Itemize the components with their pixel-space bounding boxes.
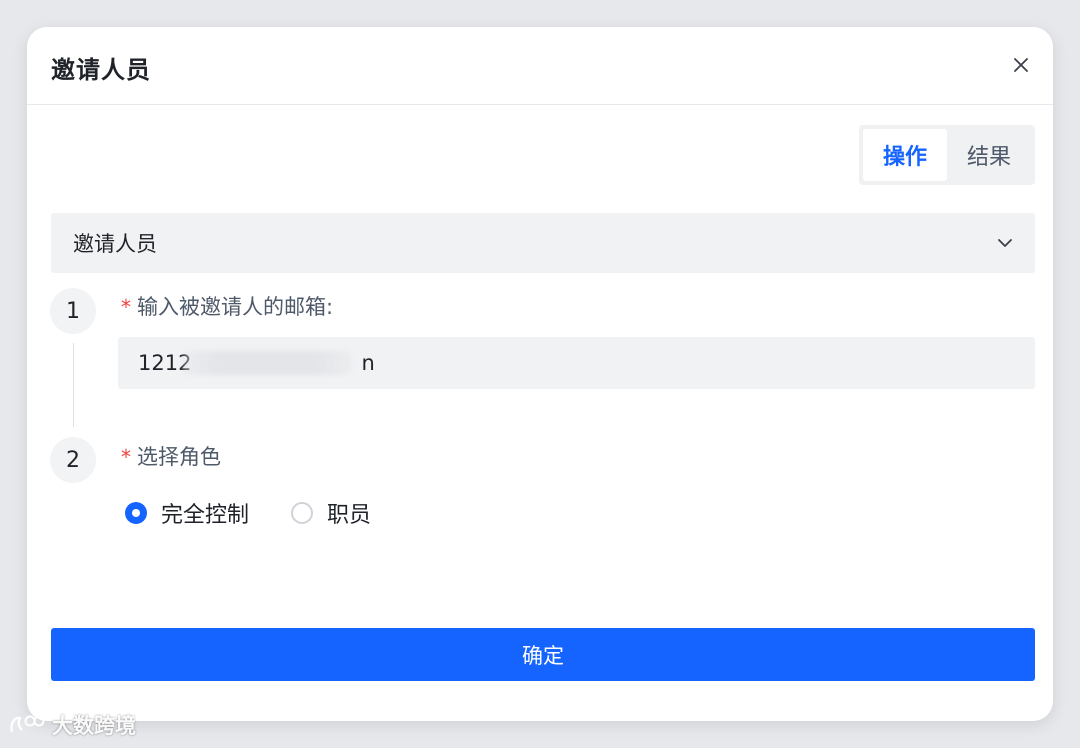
required-mark: * (121, 445, 131, 469)
radio-checked-icon (125, 502, 147, 524)
step-connector (73, 343, 74, 427)
step-number-1: 1 (50, 288, 96, 334)
radio-label-full-control: 完全控制 (161, 503, 250, 528)
dialog-title: 邀请人员 (51, 56, 151, 84)
invite-dialog: 邀请人员 操作 结果 邀请人员 1 * 输入被邀请人的邮箱: 1212 n 2 *… (27, 27, 1053, 721)
radio-unchecked-icon (291, 502, 314, 524)
step-number-2: 2 (50, 437, 96, 483)
close-icon (1014, 58, 1028, 72)
logo-icon (10, 715, 45, 733)
step-2-label: * 选择角色 (121, 441, 221, 471)
radio-label-staff: 职员 (327, 503, 372, 528)
dialog-header: 邀请人员 (27, 27, 1053, 105)
watermark-text: 大数跨境 (52, 714, 136, 738)
tab-operation[interactable]: 操作 (863, 129, 947, 181)
close-button[interactable] (1007, 51, 1035, 79)
radio-full-control[interactable]: 完全控制 (125, 497, 249, 529)
confirm-button[interactable]: 确定 (51, 628, 1035, 681)
tab-result[interactable]: 结果 (947, 129, 1031, 181)
step-2-text: 选择角色 (137, 445, 221, 469)
collapse-label: 邀请人员 (73, 232, 157, 256)
role-radio-group: 完全控制 职员 (125, 497, 413, 529)
email-input[interactable]: 1212 n (118, 337, 1035, 389)
radio-staff[interactable]: 职员 (291, 497, 371, 529)
chevron-down-icon (998, 239, 1012, 247)
segmented-control: 操作 结果 (859, 125, 1035, 185)
email-value-suffix: n (361, 351, 375, 375)
watermark: 大数跨境 (8, 710, 136, 740)
required-mark: * (121, 295, 131, 319)
step-1-label: * 输入被邀请人的邮箱: (121, 291, 333, 321)
step-1-text: 输入被邀请人的邮箱: (137, 295, 334, 319)
collapse-header[interactable]: 邀请人员 (51, 213, 1035, 273)
redaction-blur (182, 351, 352, 375)
